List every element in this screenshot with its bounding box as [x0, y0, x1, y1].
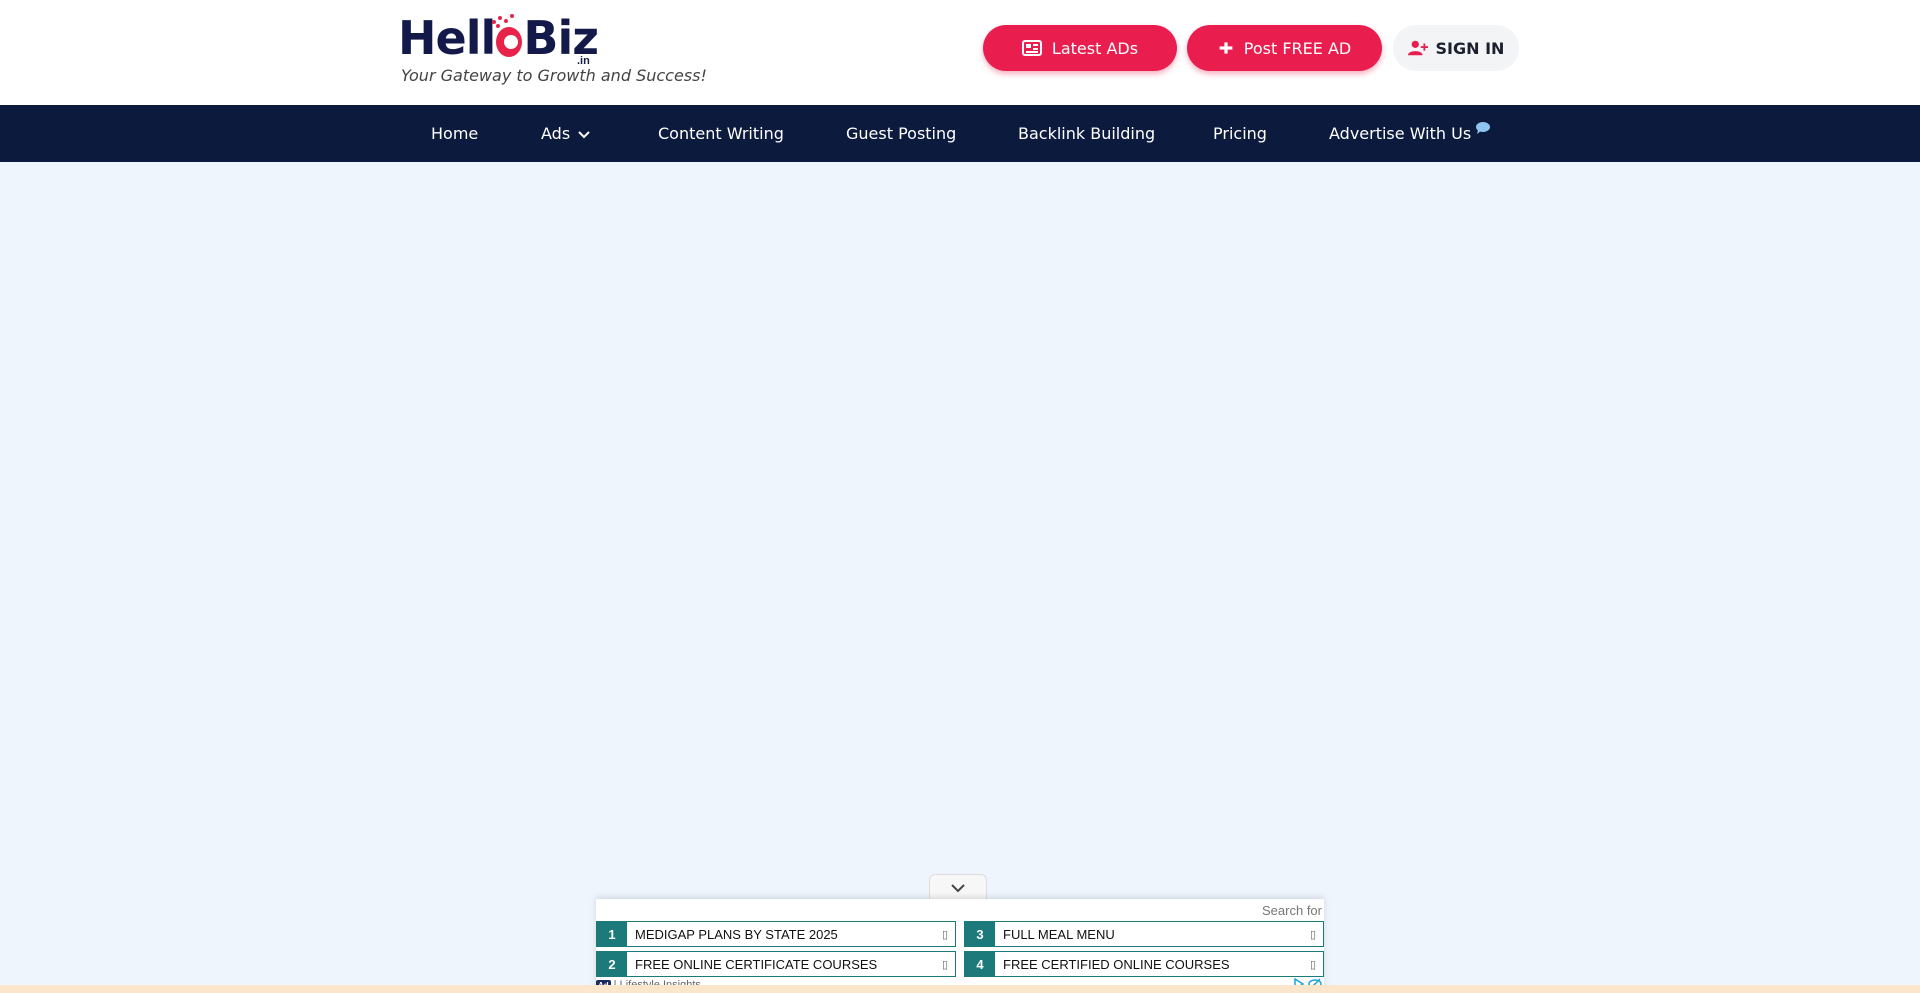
nav-item-label: Backlink Building — [1018, 124, 1156, 143]
nav-item-advertise[interactable]: Advertise With Us — [1329, 105, 1491, 162]
ad-search-label: Search for — [1262, 903, 1322, 918]
plus-icon — [1219, 42, 1233, 54]
ad-row-number: 2 — [597, 952, 627, 976]
latest-ads-label: Latest ADs — [1051, 38, 1139, 58]
ad-row-text: FREE ONLINE CERTIFICATE COURSES — [635, 956, 878, 972]
chevron-right-icon: ▯ — [941, 928, 949, 941]
nav-item-label: Pricing — [1213, 124, 1267, 143]
logo-dots-icon — [490, 14, 520, 28]
nav-item-label: Ads — [541, 124, 571, 143]
ad-link-row[interactable]: 2 FREE ONLINE CERTIFICATE COURSES ▯ — [596, 951, 956, 977]
nav-item-content-writing[interactable]: Content Writing — [658, 105, 784, 162]
ad-row-number: 4 — [965, 952, 995, 976]
nav-item-label: Home — [431, 124, 479, 143]
nav-item-backlink-building[interactable]: Backlink Building — [1018, 105, 1155, 162]
nav-item-label: Advertise With Us — [1329, 124, 1472, 143]
nav-item-guest-posting[interactable]: Guest Posting — [846, 105, 956, 162]
site-tagline: Your Gateway to Growth and Success! — [401, 66, 707, 85]
sign-in-label: SIGN IN — [1435, 38, 1505, 58]
anchor-ad-unit: Search for 1 MEDIGAP PLANS BY STATE 2025… — [596, 899, 1324, 993]
post-free-ad-button[interactable]: Post FREE AD — [1187, 25, 1382, 71]
nav-item-label: Guest Posting — [846, 124, 957, 143]
bottom-strip — [0, 985, 1920, 993]
chevron-right-icon: ▯ — [1309, 928, 1317, 941]
nav-item-label: Content Writing — [658, 124, 784, 143]
logo-text-left: Hell — [398, 11, 496, 65]
ad-row-text: FREE CERTIFIED ONLINE COURSES — [1003, 956, 1230, 972]
chevron-right-icon: ▯ — [1309, 958, 1317, 971]
post-free-ad-label: Post FREE AD — [1243, 38, 1352, 58]
ad-row-number: 3 — [965, 922, 995, 946]
latest-ads-button[interactable]: Latest ADs — [983, 25, 1177, 71]
chat-bubble-icon — [1476, 121, 1491, 134]
ad-row-text: FULL MEAL MENU — [1003, 926, 1115, 942]
newspaper-icon — [1021, 40, 1042, 56]
sign-in-button[interactable]: SIGN IN — [1393, 25, 1519, 71]
chevron-down-icon — [578, 130, 590, 138]
ad-row-text: MEDIGAP PLANS BY STATE 2025 — [635, 926, 838, 942]
site-header: Hell Biz .in Your Gateway to Growth and … — [0, 0, 1920, 105]
chevron-down-icon — [951, 883, 965, 892]
nav-item-home[interactable]: Home — [431, 105, 478, 162]
ad-link-row[interactable]: 1 MEDIGAP PLANS BY STATE 2025 ▯ — [596, 921, 956, 947]
site-logo[interactable]: Hell Biz .in — [398, 10, 599, 67]
nav-item-ads[interactable]: Ads — [541, 105, 592, 162]
user-plus-icon — [1407, 40, 1428, 56]
logo-o-icon — [496, 27, 523, 57]
ad-link-row[interactable]: 4 FREE CERTIFIED ONLINE COURSES ▯ — [964, 951, 1324, 977]
ad-link-row[interactable]: 3 FULL MEAL MENU ▯ — [964, 921, 1324, 947]
ad-collapse-toggle[interactable] — [929, 874, 987, 900]
ad-row-number: 1 — [597, 922, 627, 946]
nav-item-pricing[interactable]: Pricing — [1213, 105, 1267, 162]
main-nav: Home Ads Content Writing Guest Posting B… — [0, 105, 1920, 162]
chevron-right-icon: ▯ — [941, 958, 949, 971]
